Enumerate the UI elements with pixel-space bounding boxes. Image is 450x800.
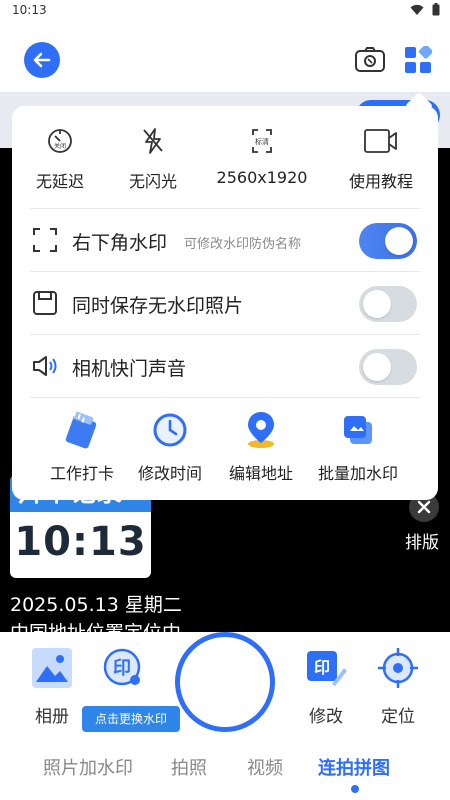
tab-photo[interactable]: 拍照 [171,754,207,780]
toggle-label-watermark: 右下角水印 [72,232,168,254]
video-tutorial-icon [364,129,397,153]
grid-icon [405,44,433,73]
edit-label: 修改 [309,707,343,727]
edit-button[interactable]: 印 修改 [291,644,361,727]
wifi-icon [410,4,424,15]
album-label: 相册 [35,707,69,727]
tool-batch-watermark[interactable]: 批量加水印 [308,408,408,484]
flash-off-icon [143,128,163,154]
camera-switch-button[interactable] [354,46,386,74]
settings-panel: 关闭 无延迟 无闪光 标清 2560x1920 使用教程 右下角水印 可修改水印… [12,106,438,500]
resolution-badge: 标清 [255,137,269,146]
mode-tabs: 照片加水印 拍照 视频 连拍拼图 [0,754,450,784]
quick-item-resolution[interactable]: 标清 2560x1920 [212,126,312,187]
quick-item-tutorial[interactable]: 使用教程 [331,126,431,192]
watermark-stamp-glyph: 印 [113,658,131,679]
quick-item-flash[interactable]: 无闪光 [103,126,203,192]
status-bar: 10:13 [0,0,450,22]
toggle-row-watermark: 右下角水印 可修改水印防伪名称 [12,209,438,271]
toggle-row-shutter-sound: 相机快门声音 [12,335,438,397]
quick-label-flash: 无闪光 [128,172,177,191]
locate-label: 定位 [381,707,415,727]
watermark-stamp-icon: 印 [103,648,141,686]
tab-photo-watermark[interactable]: 照片加水印 [43,754,133,780]
timer-badge: 关闭 [54,142,66,150]
tool-label-edit-address: 编辑地址 [228,464,293,483]
location-pin-icon [248,412,274,448]
quick-item-delay[interactable]: 关闭 无延迟 [10,126,110,192]
corner-frame-icon [33,228,57,252]
quick-label-tutorial: 使用教程 [348,172,413,191]
toggle-knob [385,227,413,255]
edit-watermark-glyph: 印 [314,658,330,677]
target-location-icon [378,648,418,688]
tool-checkin[interactable]: 工作打卡 [32,408,132,484]
layout-label[interactable]: 排版 [405,528,439,553]
back-button[interactable] [24,42,60,78]
toggle-row-save-original: 同时保存无水印照片 [12,272,438,334]
tool-label-checkin: 工作打卡 [49,464,114,483]
change-watermark-tooltip[interactable]: 点击更换水印 [82,706,180,732]
edit-watermark-icon: 印 [307,651,347,686]
album-button[interactable]: 相册 [17,644,87,727]
locate-button[interactable]: 定位 [363,644,433,727]
save-icon [33,291,57,315]
active-tab-indicator [351,785,359,793]
close-icon [417,500,431,514]
batch-watermark-icon [344,416,372,444]
watermark-time: 10:13 [14,519,147,565]
resolution-icon: 标清 [252,129,272,153]
more-tools-button[interactable] [404,44,433,74]
toggle-label-shutter-sound: 相机快门声音 [72,358,187,380]
tool-label-edit-time: 修改时间 [137,464,202,483]
quick-settings-row: 关闭 无延迟 无闪光 标清 2560x1920 使用教程 [12,126,438,196]
tool-edit-address[interactable]: 编辑地址 [211,408,311,484]
speaker-icon [33,356,57,376]
toggle-knob [363,353,391,381]
quick-label-resolution: 2560x1920 [216,168,308,187]
tab-video[interactable]: 视频 [247,754,283,780]
watermark-date: 2025.05.13 星期二 [10,594,182,616]
watermark-toggle[interactable] [359,223,417,259]
camera-switch-icon [355,47,385,72]
battery-icon [432,3,440,16]
timer-off-icon: 关闭 [48,129,72,153]
album-icon [32,648,72,688]
arrow-left-icon [33,52,51,68]
tab-burst-collage[interactable]: 连拍拼图 [318,754,390,780]
toggle-hint-watermark[interactable]: 可修改水印防伪名称 [184,233,301,252]
shutter-sound-toggle[interactable] [359,349,417,385]
toggle-knob [363,290,391,318]
quick-label-delay: 无延迟 [35,172,84,191]
clock-icon [153,413,187,447]
tool-edit-time[interactable]: 修改时间 [120,408,220,484]
shutter-button[interactable] [175,632,275,732]
tools-row: 工作打卡 修改时间 编辑地址 批量加水印 [12,408,438,488]
divider [30,397,420,398]
tool-label-batch-watermark: 批量加水印 [317,464,398,483]
status-time: 10:13 [12,3,47,17]
status-icons [410,3,440,16]
save-original-toggle[interactable] [359,286,417,322]
top-bar [0,22,450,92]
toggle-label-save-original: 同时保存无水印照片 [72,295,244,317]
notepad-icon [65,411,97,449]
